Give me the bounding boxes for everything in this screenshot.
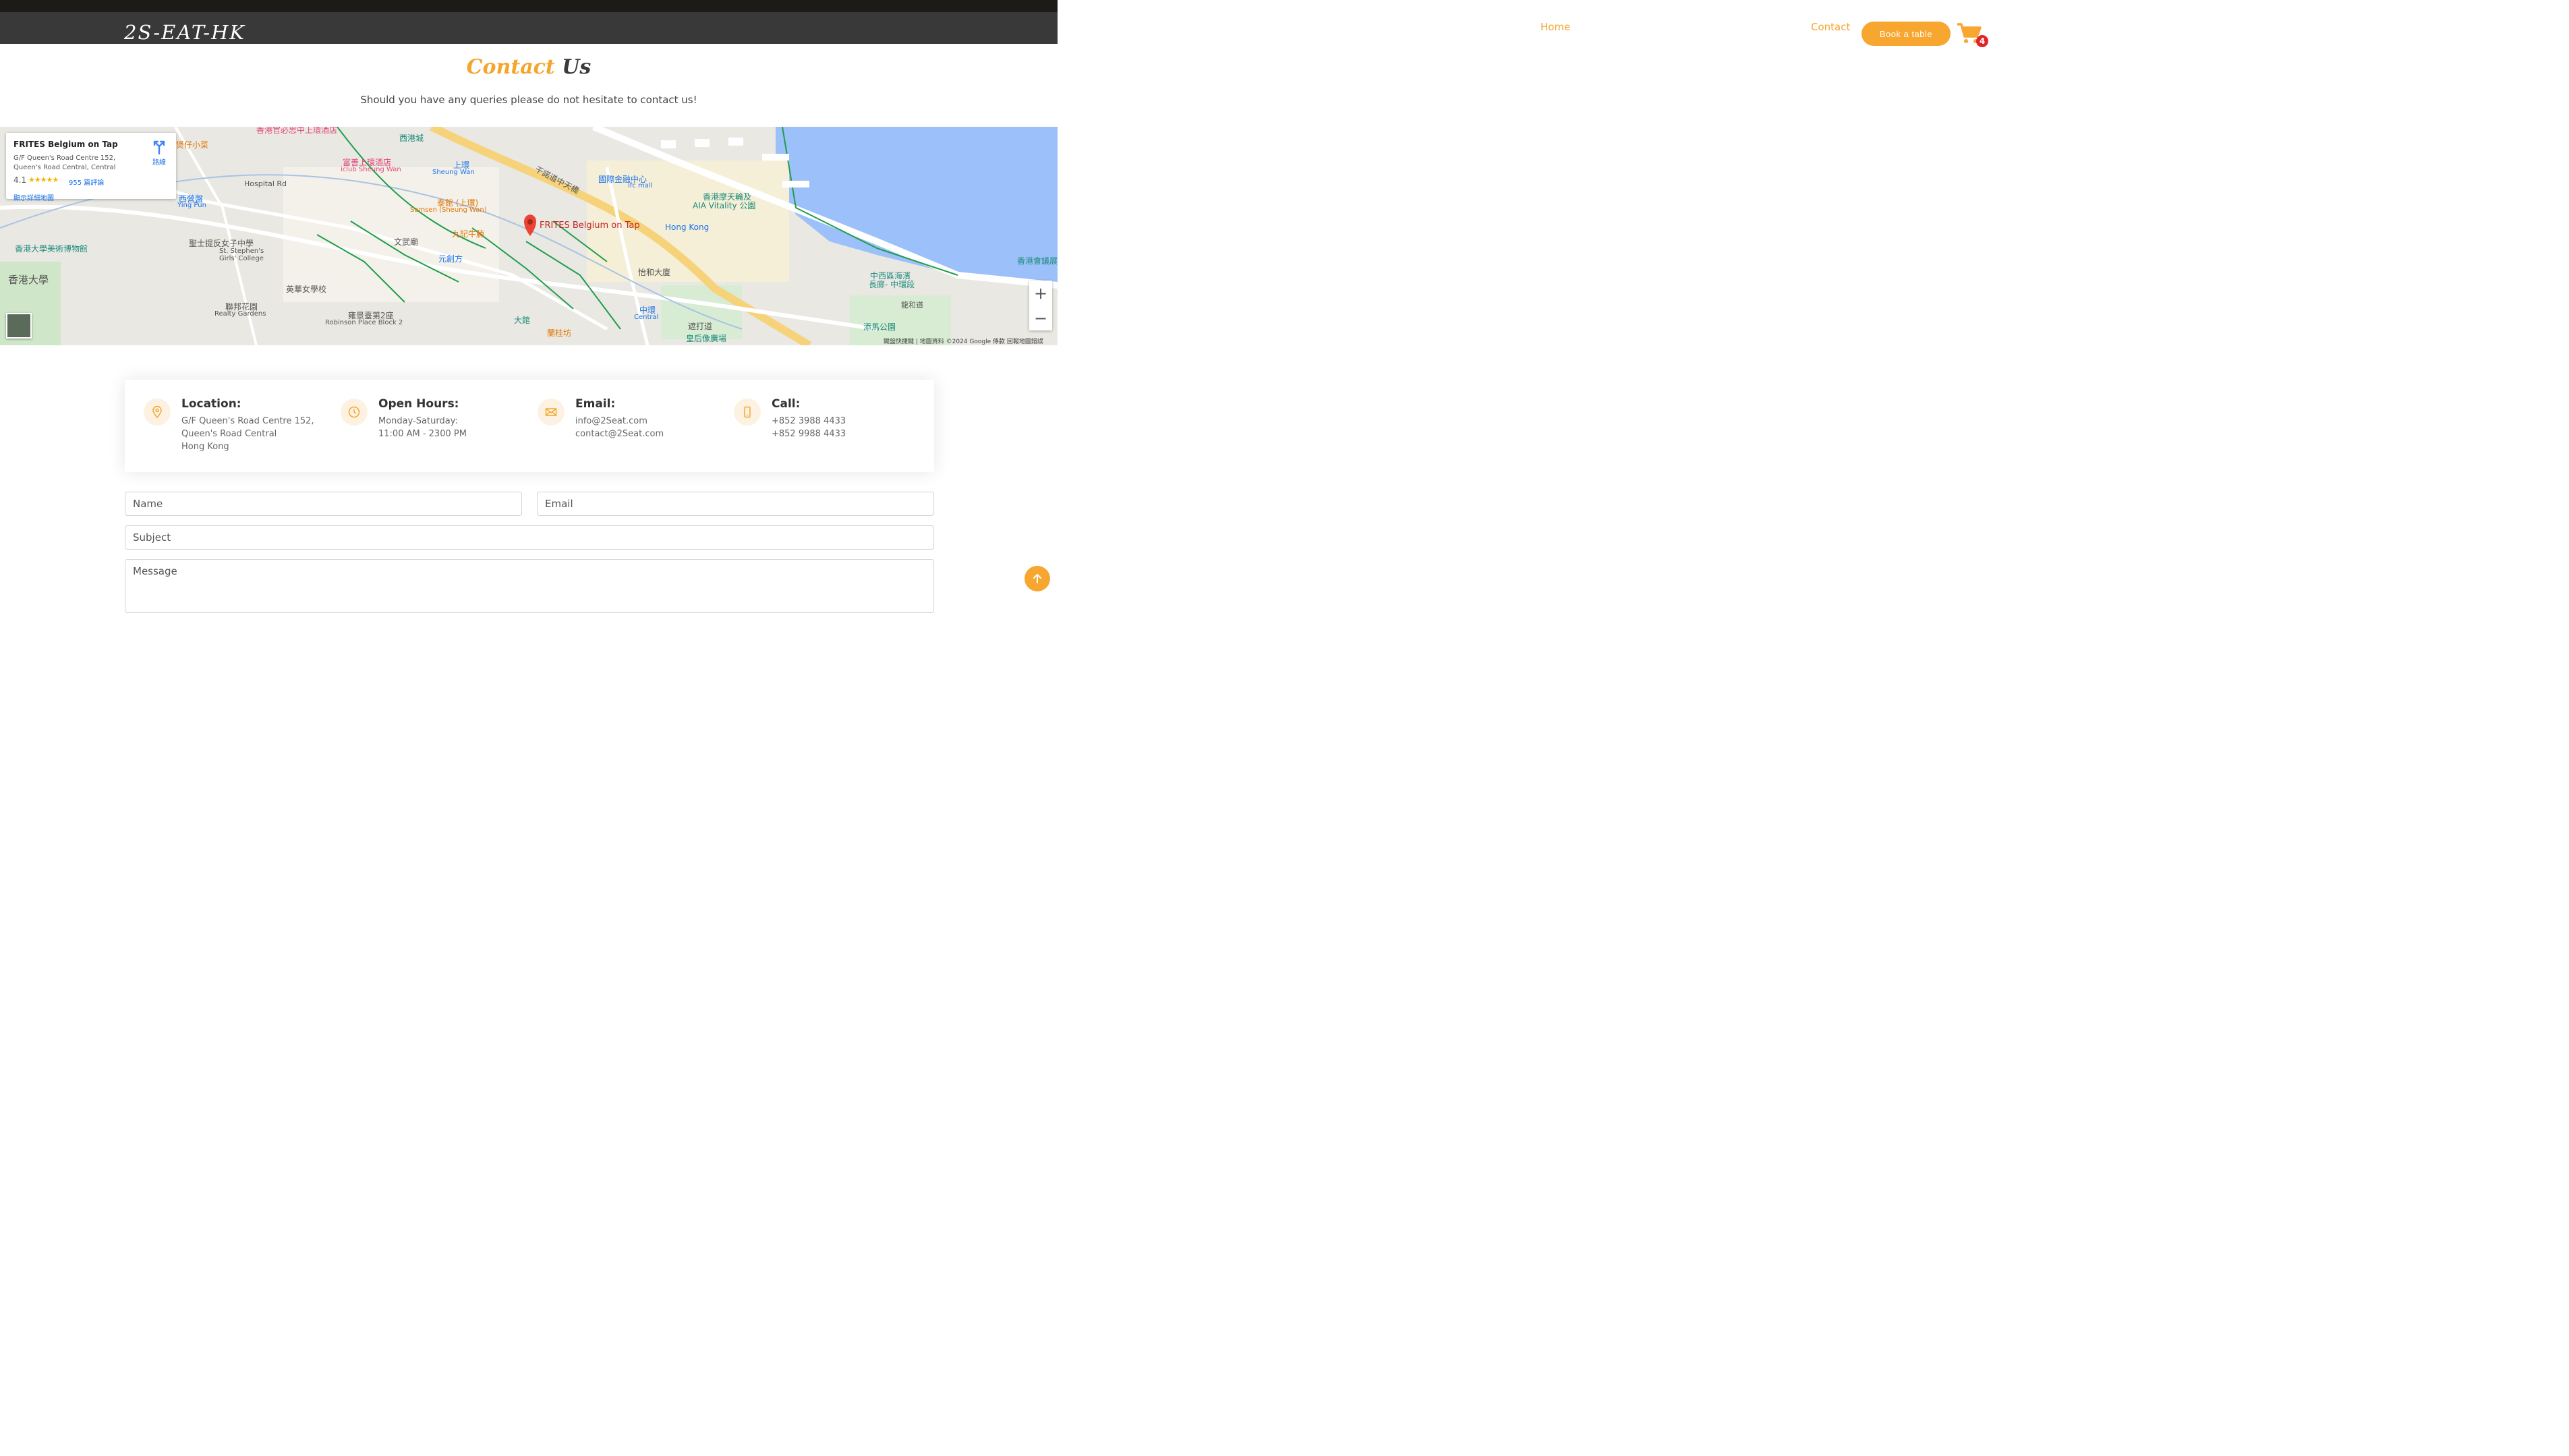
top-strip: [0, 0, 1058, 12]
map-label: 遮打道: [688, 322, 713, 331]
nav-menu[interactable]: Menu: [1626, 21, 1654, 33]
map-label: 龍和道: [901, 301, 923, 310]
name-input[interactable]: [125, 492, 522, 516]
map-label: 香港會議展: [1017, 256, 1058, 266]
map-directions-label: 路線: [152, 159, 166, 167]
book-table-button[interactable]: Book a table: [1861, 22, 1951, 46]
nav-gallery[interactable]: Gallery: [1763, 21, 1799, 33]
map-label: 怡和大廈: [638, 268, 671, 277]
map-label: St. Stephen's: [219, 247, 264, 255]
section-title: Contact Us: [0, 55, 1058, 79]
info-email-line[interactable]: info@2Seat.com: [575, 415, 647, 428]
map-label: Samsen (Sheung Wan): [410, 206, 487, 214]
zoom-in-button[interactable]: +: [1029, 281, 1052, 305]
arrow-up-icon: [1033, 574, 1041, 583]
map-zoom-controls: + −: [1029, 281, 1052, 330]
map-label: 煲仔小菜: [176, 140, 209, 150]
map-place-stars: ★★★★★: [28, 175, 59, 184]
map-label: iclub Sheung Wan: [341, 166, 401, 173]
map-label: Hospital Rd: [244, 179, 287, 188]
map-label: AIA Vitality 公園: [693, 201, 756, 210]
clock-icon: [341, 399, 368, 426]
directions-icon: [153, 140, 165, 155]
back-to-top-button[interactable]: [1024, 566, 1050, 591]
info-email-line[interactable]: contact@2Seat.com: [575, 428, 664, 440]
info-call-line[interactable]: +852 3988 4433: [772, 415, 846, 428]
map-label: Girls' College: [219, 255, 264, 262]
google-map[interactable]: FRITES Belgium on Tap 香港大學美術博物館 香港大學 Hos…: [0, 127, 1058, 345]
nav-home[interactable]: Home: [1540, 21, 1570, 33]
nav-chefs[interactable]: Chefs: [1721, 21, 1750, 33]
map-larger-map-link[interactable]: 顯示詳細地圖: [13, 192, 54, 202]
map-label: 文武廟: [394, 237, 419, 247]
section-title-us: Us: [562, 55, 591, 79]
info-location-heading: Location:: [181, 397, 241, 411]
email-input[interactable]: [537, 492, 934, 516]
nav-contact[interactable]: Contact: [1811, 21, 1850, 33]
map-label: 蘭桂坊: [547, 328, 572, 338]
map-label: Robinson Place Block 2: [325, 319, 403, 326]
map-place-reviews-link[interactable]: 955 篇評論: [69, 177, 104, 187]
map-satellite-toggle[interactable]: [6, 313, 32, 339]
nav-about[interactable]: About: [1584, 21, 1613, 33]
map-label: 皇后像廣場: [686, 334, 727, 343]
map-label: 元創方: [438, 254, 463, 264]
map-label: 英華女學校: [286, 285, 327, 294]
zoom-out-button[interactable]: −: [1029, 305, 1052, 330]
envelope-icon: [538, 399, 565, 426]
map-footer: 鍵盤快捷鍵 | 地圖資料 ©2024 Google 條款 回報地圖錯誤: [884, 339, 1043, 345]
site-header: 2S-EAT-HK: [0, 12, 1058, 44]
map-label: 西港城: [399, 134, 424, 143]
info-hours-line: Monday-Saturday:: [378, 416, 458, 426]
map-pin-label: FRITES Belgium on Tap: [540, 221, 640, 231]
location-pin-icon: [144, 399, 171, 426]
map-label: 香港大學美術博物館: [15, 244, 88, 254]
phone-icon: [734, 399, 761, 426]
info-location-line: Hong Kong: [181, 442, 229, 452]
info-hours-heading: Open Hours:: [378, 397, 459, 411]
info-location-line: Queen's Road Central: [181, 429, 277, 439]
map-label: 香港官必思中上環酒店: [256, 127, 338, 135]
info-email-heading: Email:: [575, 397, 616, 411]
section-subtitle: Should you have any queries please do no…: [360, 94, 697, 106]
map-label: Sheung Wan: [432, 169, 475, 176]
map-place-name: FRITES Belgium on Tap: [13, 140, 118, 149]
section-title-contact: Contact: [466, 55, 555, 79]
message-textarea[interactable]: [125, 559, 934, 613]
map-label: 添馬公園: [863, 322, 896, 332]
cart-count-badge: 4: [1976, 35, 1988, 47]
map-label: 長廊- 中環段: [869, 280, 915, 289]
site-logo[interactable]: 2S-EAT-HK: [124, 20, 246, 45]
map-label: 九記牛腩: [452, 229, 485, 239]
map-label: 香港大學: [8, 274, 49, 286]
map-place-address: G/F Queen's Road Centre 152, Queen's Roa…: [13, 154, 116, 171]
map-label: 大館: [514, 316, 531, 325]
map-label: ifc mall: [628, 182, 653, 190]
map-label: Ying Pun: [177, 202, 206, 209]
map-place-card: FRITES Belgium on Tap G/F Queen's Road C…: [6, 133, 176, 202]
map-label: Central: [634, 314, 659, 321]
info-call-line[interactable]: +852 9988 4433: [772, 428, 846, 440]
info-location-line: G/F Queen's Road Centre 152,: [181, 416, 314, 426]
info-hours-line: 11:00 AM - 2300 PM: [378, 429, 467, 439]
map-label: Realty Gardens: [214, 310, 266, 318]
subject-input[interactable]: [125, 525, 934, 550]
contact-info-box: Location: G/F Queen's Road Centre 152, Q…: [125, 380, 934, 472]
nav-specials[interactable]: Specials: [1667, 21, 1709, 33]
map-place-rating: 4.1: [13, 175, 27, 185]
map-label: Hong Kong: [665, 223, 710, 232]
map-directions-button[interactable]: 路線: [149, 140, 169, 167]
info-call-heading: Call:: [772, 397, 801, 411]
